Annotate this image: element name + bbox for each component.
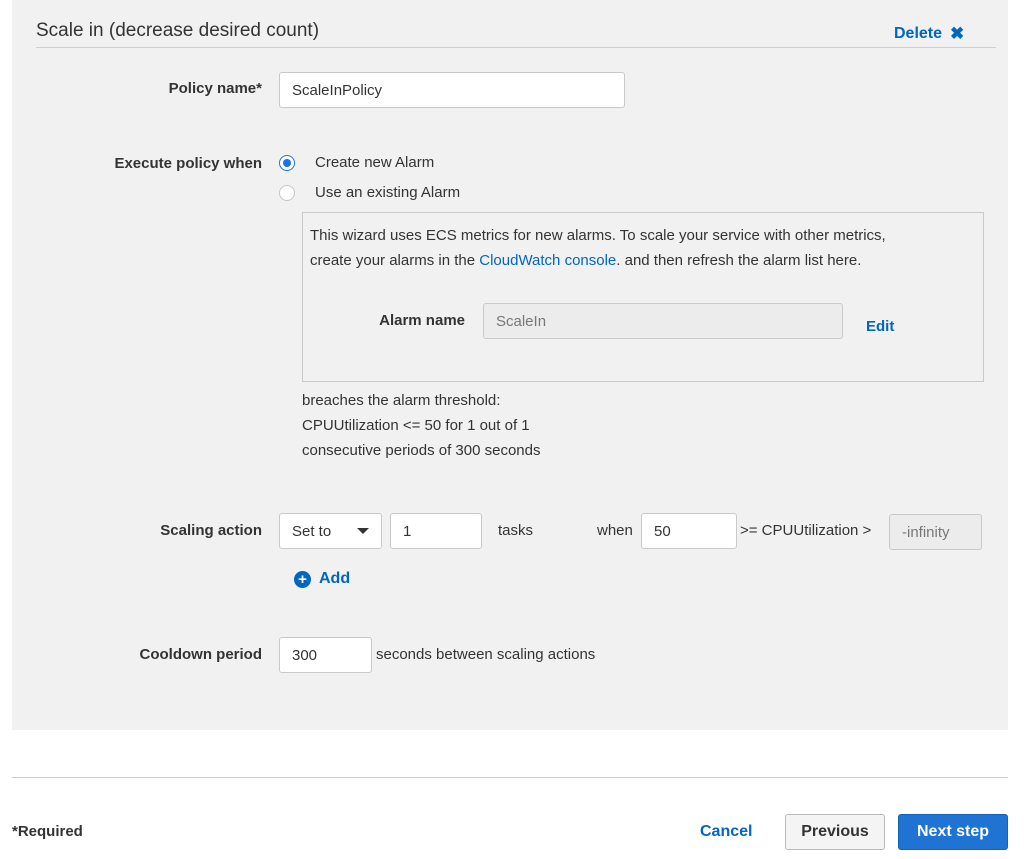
previous-button[interactable]: Previous (785, 814, 885, 850)
policy-name-label: Policy name* (168, 80, 262, 97)
threshold-line-1: breaches the alarm threshold: (302, 392, 501, 409)
scaling-mode-select[interactable]: Set to (279, 513, 382, 549)
section-title: Scale in (decrease desired count) (36, 20, 320, 41)
edit-alarm-link[interactable]: Edit (866, 318, 894, 335)
task-count-input[interactable] (390, 513, 482, 549)
threshold-line-2: CPUUtilization <= 50 for 1 out of 1 (302, 417, 530, 434)
required-note: *Required (12, 823, 83, 840)
chevron-down-icon (357, 528, 369, 534)
radio-label: Use an existing Alarm (315, 184, 461, 201)
radio-selected-icon[interactable] (279, 154, 295, 171)
plus-circle-icon: + (294, 570, 311, 588)
radio-create-new-alarm[interactable]: Create new Alarm (279, 154, 434, 171)
title-divider (36, 47, 996, 48)
alarm-name-input (483, 303, 843, 339)
info-suffix: . and then refresh the alarm list here. (616, 252, 862, 269)
threshold-value-input[interactable] (641, 513, 737, 549)
metric-comparison-text: >= CPUUtilization > (740, 522, 872, 539)
scale-in-panel: Scale in (decrease desired count) Delete… (12, 0, 1008, 730)
threshold-line-3: consecutive periods of 300 seconds (302, 442, 541, 459)
cooldown-input[interactable] (279, 637, 372, 673)
alarm-info-text: This wizard uses ECS metrics for new ala… (310, 223, 886, 273)
radio-use-existing-alarm[interactable]: Use an existing Alarm (279, 184, 460, 201)
radio-unselected-icon[interactable] (279, 184, 295, 201)
cancel-button[interactable]: Cancel (700, 823, 752, 841)
add-label: Add (319, 570, 351, 587)
info-line-1: This wizard uses ECS metrics for new ala… (310, 227, 886, 244)
delete-button[interactable]: Delete ✖ (894, 24, 964, 44)
lower-bound-input (889, 514, 982, 550)
scaling-action-label: Scaling action (160, 522, 262, 539)
info-line-2: create your alarms in the CloudWatch con… (310, 248, 886, 273)
execute-policy-label: Execute policy when (114, 155, 262, 172)
footer-divider (12, 777, 1008, 778)
cooldown-label: Cooldown period (139, 646, 262, 663)
tasks-label: tasks (498, 522, 534, 539)
scaling-mode-value: Set to (292, 522, 332, 540)
cooldown-suffix: seconds between scaling actions (376, 646, 596, 663)
next-step-button[interactable]: Next step (898, 814, 1008, 850)
threshold-description: breaches the alarm threshold: CPUUtiliza… (302, 388, 540, 463)
alarm-info-box: This wizard uses ECS metrics for new ala… (302, 212, 984, 382)
radio-label: Create new Alarm (315, 154, 435, 171)
alarm-name-label: Alarm name (379, 312, 465, 329)
cloudwatch-console-link[interactable]: CloudWatch console (479, 252, 616, 269)
add-step-button[interactable]: + Add (294, 570, 350, 588)
when-label: when (597, 522, 633, 539)
close-icon: ✖ (950, 24, 965, 43)
info-prefix: create your alarms in the (310, 252, 480, 269)
policy-name-input[interactable] (279, 72, 625, 108)
delete-label: Delete (894, 25, 943, 42)
